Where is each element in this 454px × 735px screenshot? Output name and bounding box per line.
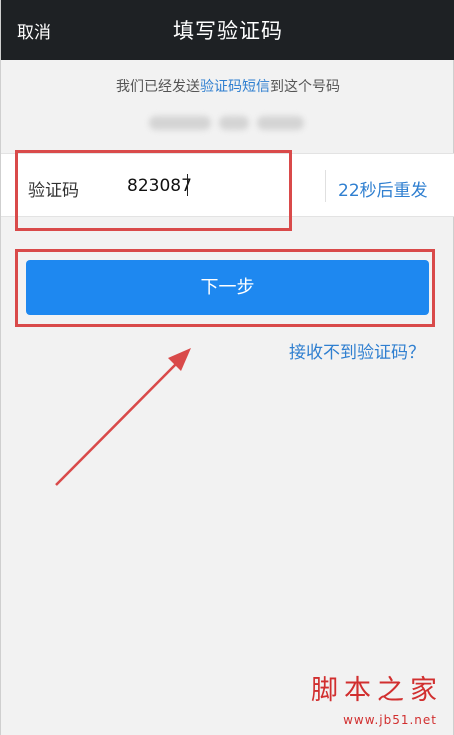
watermark-url: www.jb51.net — [343, 713, 437, 727]
watermark-logo: 脚本之家 — [311, 675, 443, 706]
annotation-arrow — [55, 348, 191, 486]
verify-code-screen: 取消 填写验证码 我们已经发送验证码短信到这个号码 验证码 823087 22秒… — [0, 0, 454, 735]
